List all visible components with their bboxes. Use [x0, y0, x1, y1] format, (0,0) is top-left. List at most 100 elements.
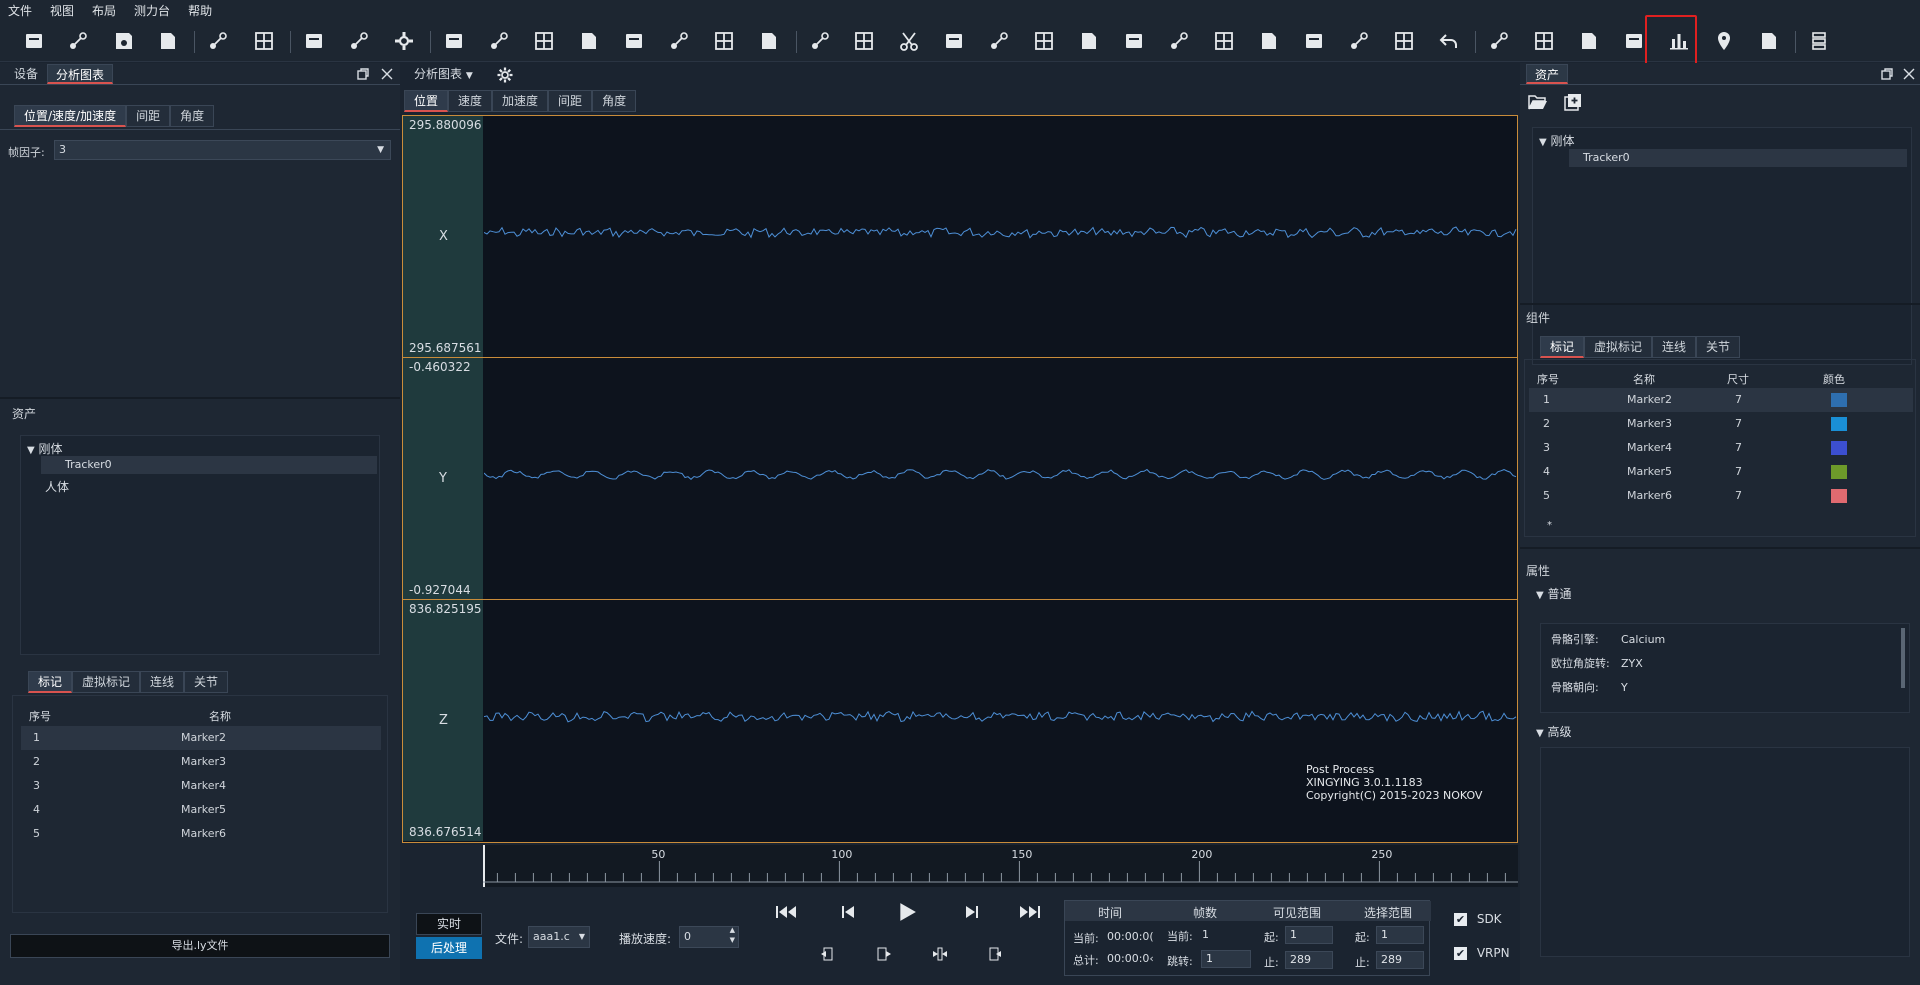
mark-in-icon[interactable] [820, 946, 836, 965]
table-row[interactable]: 2 Marker3 [21, 750, 381, 774]
tab-links[interactable]: 连线 [1652, 336, 1697, 358]
tab-joints[interactable]: 关节 [184, 671, 229, 693]
add-asset-icon[interactable] [1564, 93, 1582, 114]
broadcast-icon[interactable] [346, 28, 372, 54]
close-icon[interactable] [1902, 67, 1916, 84]
section-general[interactable]: ▼ 普通 [1536, 585, 1572, 602]
chart-settings-gear-icon[interactable] [496, 66, 514, 87]
delete-markers-icon[interactable] [1121, 28, 1147, 54]
file-select[interactable]: aaa1.c ▼ [528, 926, 590, 948]
cut-icon[interactable] [896, 28, 922, 54]
new-row-marker[interactable]: * [1547, 520, 1552, 531]
table-row[interactable]: 1 Marker2 [21, 726, 381, 750]
tab-velocity[interactable]: 速度 [448, 90, 493, 112]
first-frame-icon[interactable] [774, 904, 798, 923]
table-row[interactable]: 4 Marker5 [21, 798, 381, 822]
menu-view[interactable]: 视图 [50, 2, 74, 19]
last-frame-icon[interactable] [1018, 904, 1042, 923]
open-folder-icon[interactable] [1528, 93, 1548, 114]
float-icon[interactable] [356, 67, 370, 84]
tab-assets[interactable]: 资产 [1526, 64, 1569, 84]
splitter[interactable] [1520, 303, 1920, 305]
layout-four-icon[interactable] [621, 28, 647, 54]
color-swatch[interactable] [1831, 393, 1847, 407]
table-row[interactable]: 1 Marker2 7 [1529, 388, 1913, 412]
save-as-icon[interactable] [155, 28, 181, 54]
tab-markers[interactable]: 标记 [28, 671, 73, 693]
scrollbar-thumb[interactable] [1901, 628, 1905, 688]
float-icon[interactable] [1880, 67, 1894, 84]
jump-out-icon[interactable] [988, 946, 1004, 965]
jump-in-icon[interactable] [932, 946, 948, 965]
hide-icon[interactable] [205, 28, 231, 54]
save-icon[interactable] [111, 28, 137, 54]
select-start-spinbox[interactable]: 1 [1376, 926, 1424, 944]
table-row[interactable]: 5 Marker6 [21, 822, 381, 846]
table-row[interactable]: 5 Marker6 7 [1529, 484, 1913, 508]
layout-split-h-icon[interactable] [486, 28, 512, 54]
tab-angle[interactable]: 角度 [592, 90, 637, 112]
unlink-markers-icon[interactable] [851, 28, 877, 54]
export-ly-button[interactable]: 导出.ly文件 [10, 934, 390, 958]
calculator-icon[interactable] [1031, 28, 1057, 54]
list-icon[interactable] [1806, 28, 1832, 54]
new-file-icon[interactable] [65, 28, 91, 54]
center-target-icon[interactable] [1301, 28, 1327, 54]
tree-item-tracker[interactable]: Tracker0 [1569, 149, 1907, 167]
network-icon[interactable] [1621, 28, 1647, 54]
table-row[interactable]: 3 Marker4 7 [1529, 436, 1913, 460]
subtab-pos-vel-acc[interactable]: 位置/速度/加速度 [14, 105, 127, 127]
color-swatch[interactable] [1831, 465, 1847, 479]
location-pin-icon[interactable] [1711, 28, 1737, 54]
tab-devices[interactable]: 设备 [6, 64, 46, 84]
layers-icon[interactable] [301, 28, 327, 54]
layout-five-icon[interactable] [666, 28, 692, 54]
menu-force-plate[interactable]: 测力台 [134, 2, 170, 19]
table-row[interactable]: 4 Marker5 7 [1529, 460, 1913, 484]
tab-virtual-markers[interactable]: 虚拟标记 [72, 671, 141, 693]
lasso-icon[interactable] [1076, 28, 1102, 54]
menu-file[interactable]: 文件 [8, 2, 32, 19]
frame-factor-select[interactable]: 3 ▼ [54, 140, 391, 160]
fill-gap-icon[interactable] [986, 28, 1012, 54]
tab-virtual-markers[interactable]: 虚拟标记 [1584, 336, 1653, 358]
realtime-mode-button[interactable]: 实时 [416, 913, 482, 935]
sdk-checkbox[interactable]: ✔ SDK [1454, 912, 1502, 926]
open-project-icon[interactable] [21, 28, 47, 54]
signal-plot-z[interactable] [484, 600, 1517, 841]
tab-position[interactable]: 位置 [404, 90, 449, 112]
tab-links[interactable]: 连线 [140, 671, 185, 693]
settings-icon[interactable] [391, 28, 417, 54]
refresh-icon[interactable] [251, 28, 277, 54]
select-end-spinbox[interactable]: 289 [1376, 951, 1424, 969]
layout-single-icon[interactable] [441, 28, 467, 54]
color-swatch[interactable] [1831, 441, 1847, 455]
tab-analysis-chart[interactable]: 分析图表 [47, 64, 114, 84]
3d-icon[interactable] [1531, 28, 1557, 54]
spin-arrows-icon[interactable]: ▲ ▼ [730, 925, 735, 945]
close-icon[interactable] [380, 67, 394, 84]
tree-item-human[interactable]: 人体 [45, 478, 69, 495]
tab-joints[interactable]: 关节 [1696, 336, 1741, 358]
color-swatch[interactable] [1831, 489, 1847, 503]
jump-spinbox[interactable]: 1 [1201, 950, 1251, 968]
layout-grid-icon[interactable] [756, 28, 782, 54]
vrpn-checkbox[interactable]: ✔ VRPN [1454, 946, 1510, 960]
speedometer-icon[interactable] [1576, 28, 1602, 54]
tab-markers[interactable]: 标记 [1540, 336, 1585, 358]
signal-plot-y[interactable] [484, 358, 1517, 599]
select-box-icon[interactable] [1256, 28, 1282, 54]
play-icon[interactable] [898, 902, 916, 925]
tab-distance[interactable]: 间距 [548, 90, 593, 112]
link-markers-icon[interactable] [807, 28, 833, 54]
visible-start-spinbox[interactable]: 1 [1285, 926, 1333, 944]
postprocess-mode-button[interactable]: 后处理 [416, 937, 482, 959]
subtab-angle[interactable]: 角度 [170, 105, 215, 127]
visible-end-spinbox[interactable]: 289 [1285, 951, 1333, 969]
color-swatch[interactable] [1831, 417, 1847, 431]
table-row[interactable]: 2 Marker3 7 [1529, 412, 1913, 436]
tree-item-tracker[interactable]: Tracker0 [41, 456, 377, 474]
layout-six-icon[interactable] [711, 28, 737, 54]
next-frame-icon[interactable] [964, 904, 980, 923]
tree-item-rigid[interactable]: ▼ 刚体 [27, 440, 63, 457]
